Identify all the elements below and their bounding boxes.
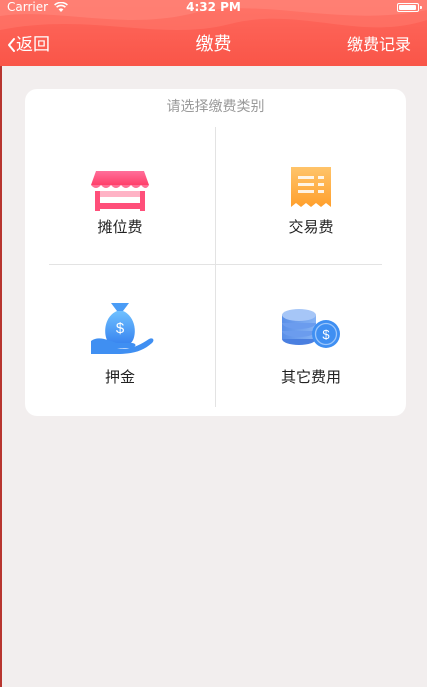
category-label: 交易费 [288, 218, 334, 236]
money-bag-icon: $ [91, 303, 154, 354]
payment-category-panel: 请选择缴费类别 摊位费 交易费 $ 押金 $ 其它费用 [25, 89, 406, 416]
category-label: 其它费用 [280, 368, 341, 386]
svg-text:$: $ [322, 327, 330, 342]
payment-record-button[interactable]: 缴费记录 [347, 34, 411, 56]
status-bar: Carrier 4:32 PM [0, 0, 427, 16]
battery-icon [397, 3, 422, 12]
category-deposit[interactable]: $ 押金 [25, 279, 215, 409]
coin-stack-icon: $ [282, 309, 340, 348]
category-prompt: 请选择缴费类别 [166, 99, 265, 115]
grid-divider-horizontal [49, 264, 382, 265]
header: Carrier 4:32 PM 返回 缴费 缴费记录 [0, 0, 427, 66]
svg-text:$: $ [116, 320, 125, 337]
category-label: 押金 [104, 368, 135, 386]
status-time: 4:32 PM [186, 0, 241, 14]
category-other-fees[interactable]: $ 其它费用 [216, 279, 406, 409]
navigation-bar: 返回 缴费 缴费记录 [0, 28, 427, 62]
window-edge [0, 0, 2, 687]
category-transaction-fee[interactable]: 交易费 [216, 129, 406, 259]
stall-icon [91, 171, 149, 211]
category-label: 摊位费 [97, 218, 143, 236]
receipt-icon [291, 167, 331, 207]
category-stall-fee[interactable]: 摊位费 [25, 129, 215, 259]
